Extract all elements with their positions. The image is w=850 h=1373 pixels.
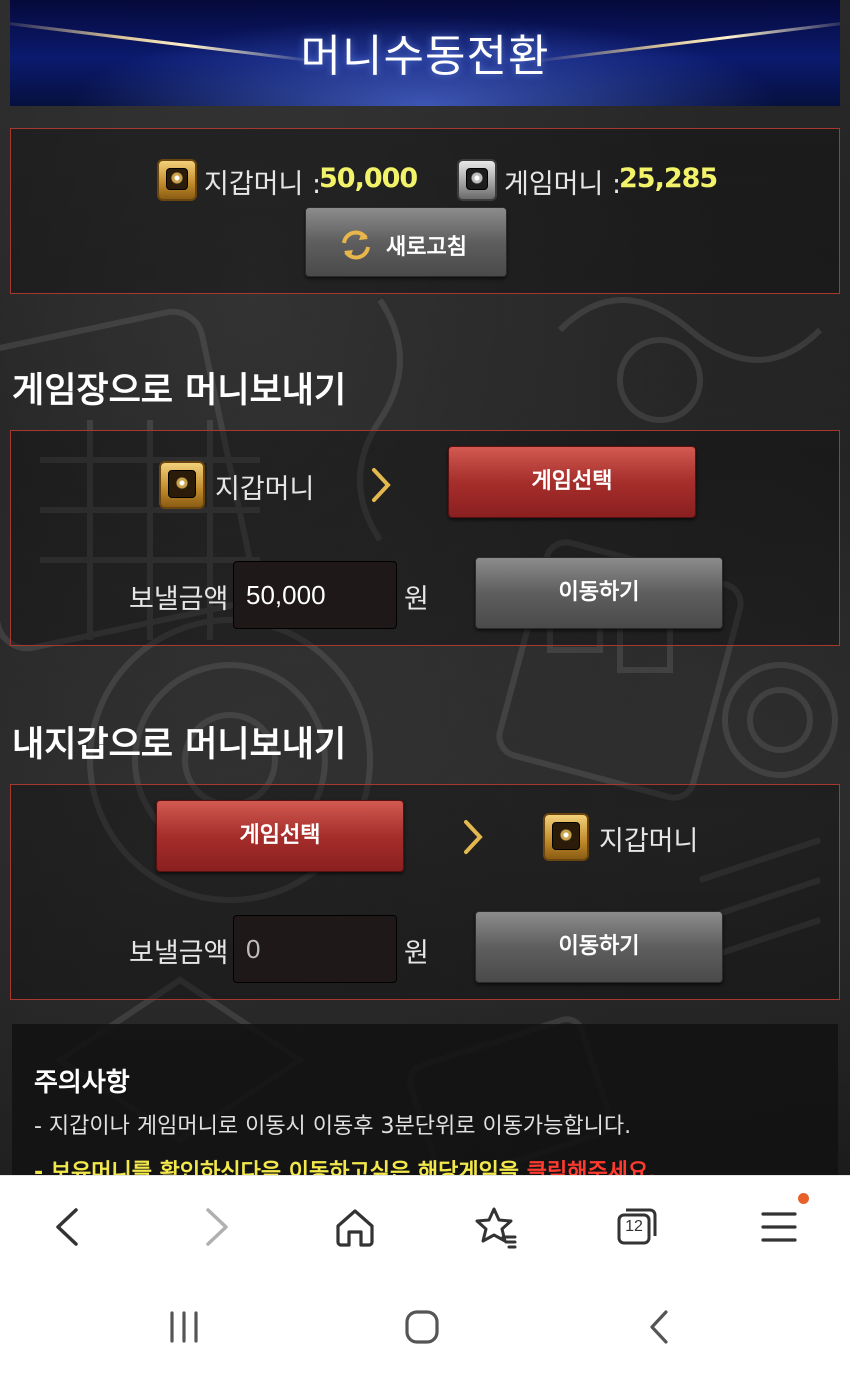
refresh-button[interactable]: 새로고침 — [305, 207, 507, 277]
notice-title: 주의사항 — [34, 1068, 130, 1098]
select-game-button[interactable]: 게임선택 — [156, 800, 404, 872]
android-nav-bar — [0, 1275, 850, 1373]
source-wallet-label: 지갑머니 — [215, 474, 315, 505]
move-button-label: 이동하기 — [558, 934, 640, 959]
balance-panel: 지갑머니 : 50,000 게임머니 : 25,285 새로고침 — [10, 128, 840, 294]
select-game-label: 게임선택 — [239, 823, 321, 848]
home-icon[interactable] — [332, 1204, 378, 1250]
game-money-label: 게임머니 : — [504, 169, 622, 200]
forward-icon[interactable] — [192, 1204, 238, 1250]
refresh-button-label: 새로고침 — [386, 235, 467, 260]
recents-icon[interactable] — [164, 1307, 204, 1347]
wallet-safe-icon — [157, 159, 197, 201]
currency-unit: 원 — [404, 938, 429, 969]
section-title-to-game: 게임장으로 머니보내기 — [12, 371, 347, 411]
select-game-button[interactable]: 게임선택 — [448, 446, 696, 518]
money-transfer-page: 머니수동전환 지갑머니 : 50,000 게임머니 : 25,285 새로고침 … — [0, 0, 850, 1175]
notice-line-2-highlight: 클릭해주세요. — [526, 1160, 657, 1175]
currency-unit: 원 — [404, 584, 429, 615]
notification-dot — [798, 1193, 809, 1204]
notice-panel: 주의사항 - 지갑이나 게임머니로 이동시 이동후 3분단위로 이동가능합니다.… — [12, 1024, 838, 1175]
move-button[interactable]: 이동하기 — [475, 911, 723, 983]
header-banner: 머니수동전환 — [10, 0, 840, 106]
to-wallet-panel: 게임선택 지갑머니 보낼금액 원 이동하기 — [10, 784, 840, 1000]
tabs-icon[interactable]: 12 — [614, 1204, 660, 1250]
section-title-to-wallet: 내지갑으로 머니보내기 — [12, 725, 347, 765]
tab-count: 12 — [625, 1218, 643, 1235]
home-icon[interactable] — [402, 1307, 442, 1347]
wallet-money-label: 지갑머니 : — [204, 169, 322, 200]
to-game-panel: 지갑머니 게임선택 보낼금액 원 이동하기 — [10, 430, 840, 646]
notice-line-1: - 지갑이나 게임머니로 이동시 이동후 3분단위로 이동가능합니다. — [34, 1114, 632, 1139]
notice-line-2: - 보유머니를 확인하신다음 이동하고싶은 해당게임을 클릭해주세요. — [34, 1154, 657, 1175]
send-amount-input[interactable] — [233, 561, 397, 629]
chevron-right-icon — [372, 468, 391, 502]
bookmarks-icon[interactable] — [473, 1204, 519, 1250]
menu-icon[interactable] — [756, 1204, 802, 1250]
back-icon[interactable] — [46, 1204, 92, 1250]
game-money-amount: 25,285 — [619, 163, 718, 194]
wallet-safe-icon — [159, 461, 205, 509]
refresh-icon — [342, 230, 370, 260]
move-button[interactable]: 이동하기 — [475, 557, 723, 629]
wallet-safe-icon — [543, 813, 589, 861]
send-amount-label: 보낼금액 — [129, 938, 229, 969]
send-amount-input[interactable] — [233, 915, 397, 983]
send-amount-label: 보낼금액 — [129, 584, 229, 615]
game-safe-icon — [457, 159, 497, 201]
browser-toolbar: 12 — [0, 1175, 850, 1275]
back-icon[interactable] — [640, 1307, 680, 1347]
target-wallet-label: 지갑머니 — [599, 826, 699, 857]
move-button-label: 이동하기 — [558, 580, 640, 605]
notice-line-2-text: - 보유머니를 확인하신다음 이동하고싶은 해당게임을 — [34, 1160, 527, 1175]
page-title: 머니수동전환 — [300, 31, 550, 82]
select-game-label: 게임선택 — [531, 469, 613, 494]
wallet-money-amount: 50,000 — [319, 163, 418, 194]
chevron-right-icon — [464, 820, 483, 854]
